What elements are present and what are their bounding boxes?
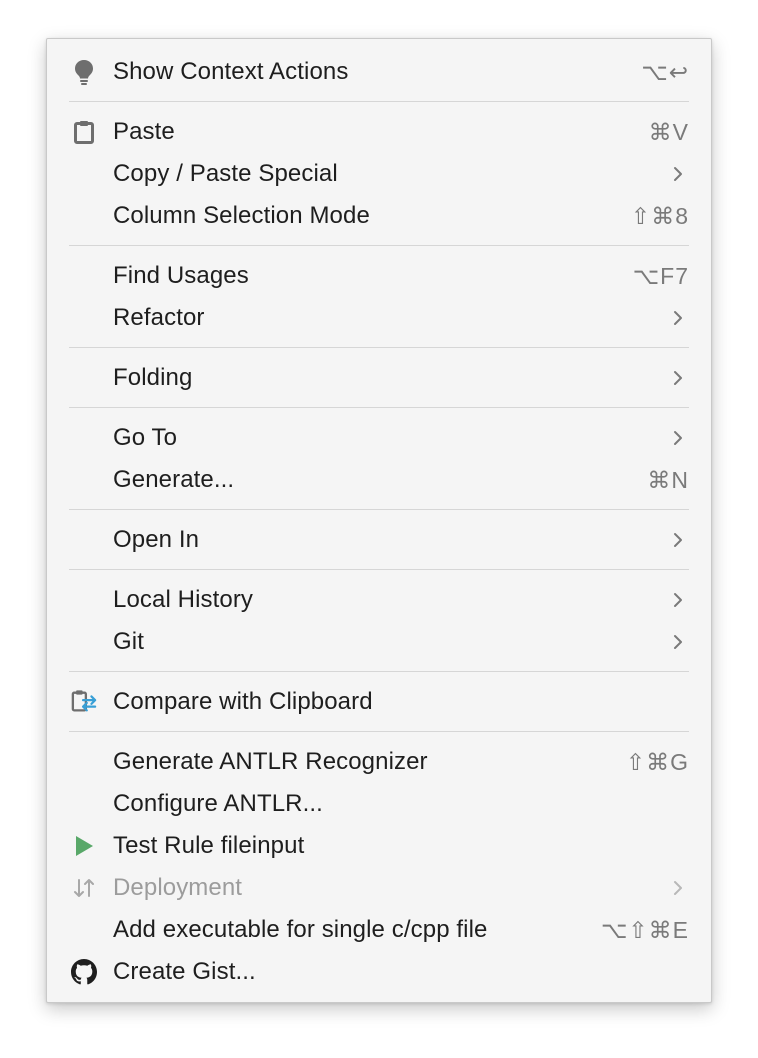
run-icon [71,833,97,859]
menu-separator [47,663,711,681]
shortcut-text: ⇧⌘G [625,748,689,775]
github-icon [71,959,97,985]
menu-item-test-rule[interactable]: Test Rule fileinput [47,825,711,867]
menu-item-label: Folding [113,364,193,391]
menu-separator [47,561,711,579]
compare-clipboard-icon [71,689,97,715]
menu-separator [47,237,711,255]
shortcut-text: ⌥↩ [641,58,689,85]
menu-item-refactor[interactable]: Refactor [47,297,711,339]
menu-separator [47,723,711,741]
menu-separator [47,399,711,417]
shortcut-text: ⌘N [647,466,689,493]
menu-item-label: Copy / Paste Special [113,160,338,187]
chevron-right-icon [674,881,682,895]
menu-item-open-in[interactable]: Open In [47,519,711,561]
chevron-right-icon [674,593,682,607]
menu-item-label: Column Selection Mode [113,202,370,229]
menu-item-column-selection-mode[interactable]: Column Selection Mode ⇧⌘8 [47,195,711,237]
menu-item-label: Configure ANTLR... [113,790,323,817]
menu-item-show-context-actions[interactable]: Show Context Actions ⌥↩ [47,51,711,93]
menu-item-label: Generate ANTLR Recognizer [113,748,428,775]
shortcut-text: ⌥⇧⌘E [600,916,689,943]
shortcut-text: ⇧⌘8 [630,202,689,229]
menu-item-label: Show Context Actions [113,58,349,85]
menu-item-label: Git [113,628,144,655]
menu-item-find-usages[interactable]: Find Usages ⌥F7 [47,255,711,297]
chevron-right-icon [674,635,682,649]
menu-item-go-to[interactable]: Go To [47,417,711,459]
menu-item-label: Refactor [113,304,205,331]
menu-item-label: Go To [113,424,178,451]
chevron-right-icon [674,533,682,547]
menu-item-deployment[interactable]: Deployment [47,867,711,909]
chevron-right-icon [674,371,682,385]
menu-item-label: Deployment [113,874,243,901]
menu-item-create-gist[interactable]: Create Gist... [47,951,711,993]
menu-item-git[interactable]: Git [47,621,711,663]
menu-item-label: Local History [113,586,254,613]
shortcut-text: ⌥F7 [632,262,689,289]
menu-item-generate-antlr-recognizer[interactable]: Generate ANTLR Recognizer ⇧⌘G [47,741,711,783]
chevron-right-icon [674,167,682,181]
menu-item-label: Generate... [113,466,235,493]
menu-item-label: Test Rule fileinput [113,832,305,859]
menu-item-compare-with-clipboard[interactable]: Compare with Clipboard [47,681,711,723]
menu-item-label: Find Usages [113,262,249,289]
menu-item-folding[interactable]: Folding [47,357,711,399]
menu-item-label: Add executable for single c/cpp file [113,916,488,943]
menu-item-generate[interactable]: Generate... ⌘N [47,459,711,501]
chevron-right-icon [674,311,682,325]
up-down-arrows-icon [71,875,97,901]
editor-context-menu: Show Context Actions ⌥↩ Paste ⌘V Copy / … [46,38,712,1003]
menu-separator [47,93,711,111]
chevron-right-icon [674,431,682,445]
clipboard-icon [71,119,97,145]
menu-item-label: Compare with Clipboard [113,688,373,715]
shortcut-text: ⌘V [648,118,689,145]
menu-item-label: Open In [113,526,200,553]
menu-item-configure-antlr[interactable]: Configure ANTLR... [47,783,711,825]
menu-item-label: Create Gist... [113,958,256,985]
lightbulb-icon [71,59,97,85]
menu-item-copy-paste-special[interactable]: Copy / Paste Special [47,153,711,195]
menu-item-add-executable[interactable]: Add executable for single c/cpp file ⌥⇧⌘… [47,909,711,951]
menu-separator [47,339,711,357]
menu-item-local-history[interactable]: Local History [47,579,711,621]
menu-separator [47,501,711,519]
menu-item-label: Paste [113,118,175,145]
menu-item-paste[interactable]: Paste ⌘V [47,111,711,153]
